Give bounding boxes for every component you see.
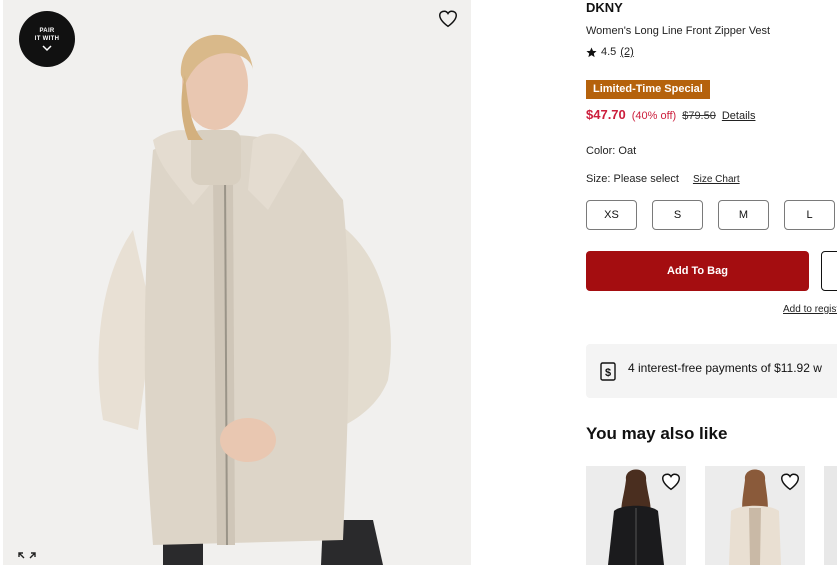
heart-icon[interactable] [660,471,682,493]
recommendation-card[interactable] [824,466,837,565]
add-to-registry-link[interactable]: Add to regist [783,304,837,315]
heart-icon[interactable] [437,8,459,30]
secondary-action-button[interactable] [821,251,837,291]
review-count-link[interactable]: (2) [620,46,633,58]
add-to-bag-button[interactable]: Add To Bag [586,251,809,291]
recommendation-card[interactable] [586,466,686,565]
dollar-icon: $ [600,362,616,381]
size-option-l[interactable]: L [784,200,835,230]
recommendation-image [824,466,837,565]
expand-icon[interactable] [17,551,37,565]
payments-text: 4 interest-free payments of $11.92 w [628,361,822,375]
product-image[interactable]: PAIR IT WITH [3,0,471,565]
size-option-xs[interactable]: XS [586,200,637,230]
rating: 4.5 (2) [586,46,634,58]
price-row: $47.70 (40% off) $79.50 Details [586,107,755,122]
size-option-m[interactable]: M [718,200,769,230]
rating-value: 4.5 [601,46,617,58]
size-option-s[interactable]: S [652,200,703,230]
svg-text:$: $ [605,367,611,379]
recommendation-card[interactable] [705,466,805,565]
size-label: Size: Please select [586,173,679,185]
original-price: $79.50 [682,110,716,122]
size-row: Size: Please select Size Chart [586,173,740,185]
sale-price: $47.70 [586,107,626,122]
discount-percent: (40% off) [631,110,677,122]
brand-name[interactable]: DKNY [586,0,623,15]
heart-icon[interactable] [779,471,801,493]
pair-label-line2: IT WITH [34,36,60,42]
pair-it-with-button[interactable]: PAIR IT WITH [19,11,75,67]
recommendations-heading: You may also like [586,424,728,443]
chevron-down-icon [42,45,52,52]
promo-badge: Limited-Time Special [586,80,710,99]
product-photo [3,0,471,565]
size-chart-link[interactable]: Size Chart [693,174,740,185]
product-title: Women's Long Line Front Zipper Vest [586,25,771,37]
color-label: Color: Oat [586,145,637,157]
payments-banner[interactable]: $ 4 interest-free payments of $11.92 w [586,344,837,398]
pair-label-line1: PAIR [39,28,55,34]
star-icon [586,46,597,57]
details-link[interactable]: Details [722,110,756,122]
